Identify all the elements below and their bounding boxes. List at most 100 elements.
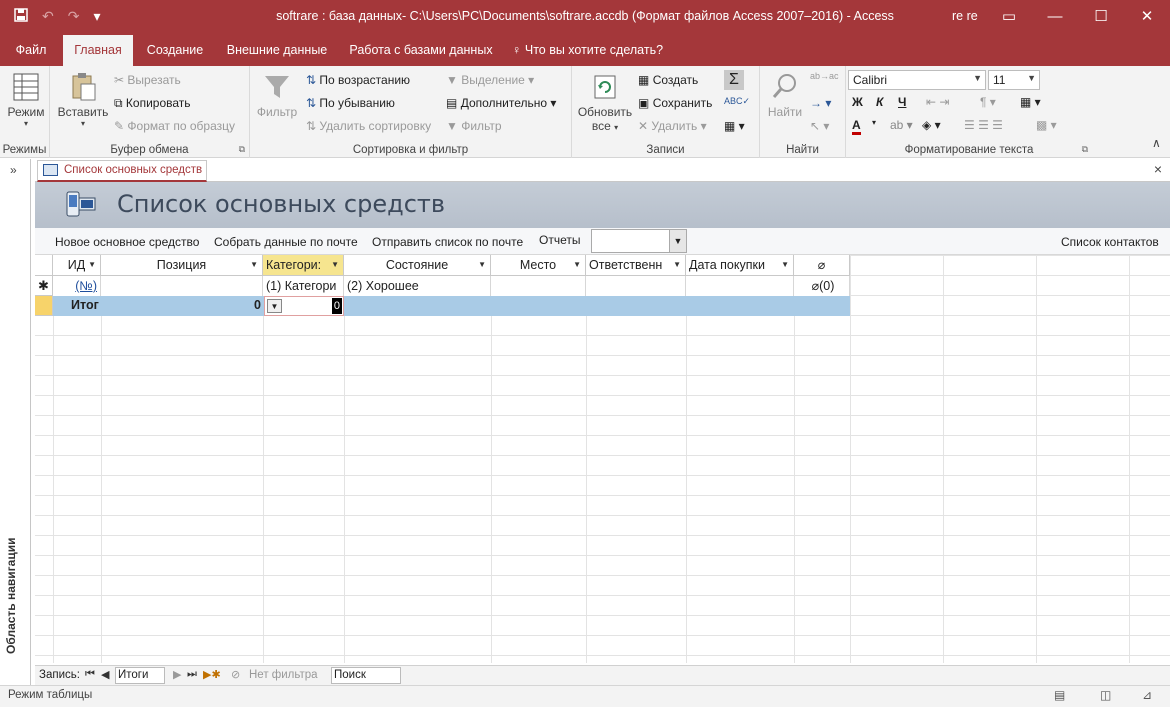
save-record-button[interactable]: ▣ Сохранить [638, 96, 712, 110]
chevron-down-icon[interactable]: ▼ [781, 255, 789, 275]
paragraph-direction-icon[interactable]: ¶ ▾ [980, 95, 996, 109]
totals-sigma-icon[interactable]: Σ [724, 70, 744, 90]
column-header-id[interactable]: ИД ▼ [53, 255, 101, 276]
chevron-down-icon[interactable]: ▼ [331, 255, 339, 275]
toggle-filter-button[interactable]: ▼ Фильтр [446, 119, 502, 133]
advanced-filter-button[interactable]: ▤ Дополнительно ▾ [446, 96, 556, 110]
column-header-condition[interactable]: Состояние ▼ [344, 255, 491, 276]
fill-color-icon[interactable]: ◈ ▾ [922, 118, 941, 132]
contacts-link[interactable]: Список контактов [1061, 235, 1159, 249]
no-filter-icon[interactable]: ⊘ [231, 668, 240, 681]
column-header-location[interactable]: Место ▼ [491, 255, 586, 276]
chevron-down-icon[interactable]: ▼ [673, 255, 681, 275]
view-button[interactable]: Режим ▾ [5, 72, 47, 128]
find-button[interactable]: Найти [764, 72, 806, 119]
selection-button[interactable]: ▼ Выделение ▾ [446, 73, 534, 87]
search-input[interactable]: Поиск [331, 667, 401, 684]
refresh-all-button[interactable]: Обновить все ▾ [576, 72, 634, 133]
chevron-down-icon[interactable]: ▼ [267, 299, 282, 313]
tab-database-tools[interactable]: Работа с базами данных [342, 35, 500, 66]
tell-me-box[interactable]: ♀ Что вы хотите сделать? [512, 35, 672, 66]
customize-qat-icon[interactable]: ▾ [93, 8, 100, 25]
maximize-icon[interactable]: ☐ [1078, 0, 1124, 33]
layout-view-icon[interactable]: ⊿ [1142, 688, 1152, 702]
new-record-button[interactable]: ▦ Создать [638, 73, 698, 87]
chevron-down-icon[interactable]: ▼ [88, 255, 96, 275]
delete-record-button[interactable]: ✕ Удалить ▾ [638, 119, 707, 133]
minimize-icon[interactable]: — [1032, 0, 1078, 33]
font-color-button[interactable]: A [852, 118, 861, 135]
select-icon[interactable]: ↖ ▾ [810, 119, 829, 133]
font-color-dropdown-icon[interactable]: ▾ [872, 118, 876, 127]
no-filter-button[interactable]: Нет фильтра [249, 669, 318, 681]
sort-ascending-button[interactable]: ⇅ По возрастанию [306, 73, 410, 87]
total-row-selector[interactable] [35, 296, 53, 316]
highlight-icon[interactable]: ab ▾ [890, 118, 913, 132]
previous-record-icon[interactable]: ◀ [101, 668, 109, 681]
text-format-launcher-icon[interactable]: ⧉ [1082, 144, 1088, 155]
gridlines-icon[interactable]: ▦ ▾ [1020, 95, 1041, 109]
document-tab[interactable]: Список основных средств [37, 160, 207, 182]
column-header-attachments[interactable]: ⌀ [794, 255, 850, 276]
nav-pane-toggle-icon[interactable]: » [10, 163, 17, 177]
remove-sort-button[interactable]: ⇅ Удалить сортировку [306, 119, 431, 133]
new-row-purchase-date[interactable] [686, 276, 794, 297]
chevron-down-icon[interactable]: ▼ [669, 230, 686, 252]
alternate-row-color-icon[interactable]: ▩ ▾ [1036, 118, 1057, 132]
cut-button[interactable]: ✂ Вырезать [114, 73, 181, 87]
font-name-combo[interactable]: Calibri ▼ [848, 70, 986, 90]
last-record-icon[interactable]: ⏭ [187, 668, 197, 681]
column-header-owner[interactable]: Ответственн ▼ [586, 255, 686, 276]
column-header-category[interactable]: Категори: ▼ [263, 255, 344, 276]
chevron-down-icon[interactable]: ▼ [478, 255, 486, 275]
new-row-category[interactable]: (1) Категори [263, 276, 344, 297]
undo-icon[interactable]: ↶ [42, 8, 54, 25]
spelling-icon[interactable]: ABC✓ [724, 96, 750, 107]
indent-icons[interactable]: ⇤ ⇥ [926, 95, 949, 109]
close-document-icon[interactable]: × [1154, 161, 1162, 177]
collapse-ribbon-icon[interactable]: ∧ [1152, 136, 1161, 150]
pivot-view-icon[interactable]: ◫ [1100, 688, 1111, 702]
tab-home[interactable]: Главная [63, 35, 133, 66]
datasheet-view-icon[interactable]: ▤ [1054, 688, 1065, 702]
tab-file[interactable]: Файл [0, 35, 62, 66]
column-header-position[interactable]: Позиция ▼ [101, 255, 263, 276]
new-row-owner[interactable] [586, 276, 686, 297]
select-all-corner[interactable] [35, 255, 53, 276]
clipboard-launcher-icon[interactable]: ⧉ [239, 144, 245, 155]
more-records-icon[interactable]: ▦ ▾ [724, 119, 745, 133]
total-category-combo[interactable]: ▼ 0 [264, 296, 344, 316]
send-list-link[interactable]: Отправить список по почте [372, 235, 523, 249]
save-icon[interactable] [14, 8, 28, 25]
ribbon-display-options-icon[interactable]: ▭ [986, 0, 1032, 33]
new-row-attachments[interactable]: ⌀(0) [794, 276, 850, 297]
new-row-condition[interactable]: (2) Хорошее [344, 276, 491, 297]
reports-combo[interactable]: ▼ [591, 229, 687, 253]
bold-button[interactable]: Ж [852, 95, 863, 109]
tab-external-data[interactable]: Внешние данные [218, 35, 336, 66]
navigation-pane[interactable]: » Область навигации [0, 159, 31, 685]
collect-email-link[interactable]: Собрать данные по почте [214, 235, 358, 249]
chevron-down-icon[interactable]: ▼ [250, 255, 258, 275]
new-row-position[interactable] [101, 276, 263, 297]
new-record-nav-icon[interactable]: ▶✱ [203, 668, 221, 681]
goto-icon[interactable]: → ▾ [810, 96, 831, 110]
first-record-icon[interactable]: ⏮ [85, 668, 95, 681]
total-position-value[interactable]: 0 [225, 298, 261, 312]
current-record-field[interactable]: Итоги [115, 667, 165, 684]
filter-button[interactable]: Фильтр [256, 72, 298, 119]
format-painter-button[interactable]: ✎ Формат по образцу [114, 119, 235, 133]
redo-icon[interactable]: ↷ [68, 8, 80, 25]
column-header-purchase-date[interactable]: Дата покупки ▼ [686, 255, 794, 276]
align-icons[interactable]: ☰ ☰ ☰ [964, 118, 1003, 132]
copy-button[interactable]: ⧉ Копировать [114, 96, 191, 111]
font-size-combo[interactable]: 11 ▼ [988, 70, 1040, 90]
replace-icon[interactable]: ab→ac [810, 71, 839, 81]
new-row-location[interactable] [491, 276, 586, 297]
paste-button[interactable]: Вставить ▾ [56, 72, 110, 128]
close-icon[interactable]: ✕ [1124, 0, 1170, 33]
sort-descending-button[interactable]: ⇅ По убыванию [306, 96, 395, 110]
new-record-marker[interactable]: ✱ [35, 276, 53, 296]
next-record-icon[interactable]: ▶ [173, 668, 181, 681]
datasheet-grid[interactable]: ИД ▼ Позиция ▼ Категори: ▼ Состояние ▼ Место… [35, 255, 1170, 663]
